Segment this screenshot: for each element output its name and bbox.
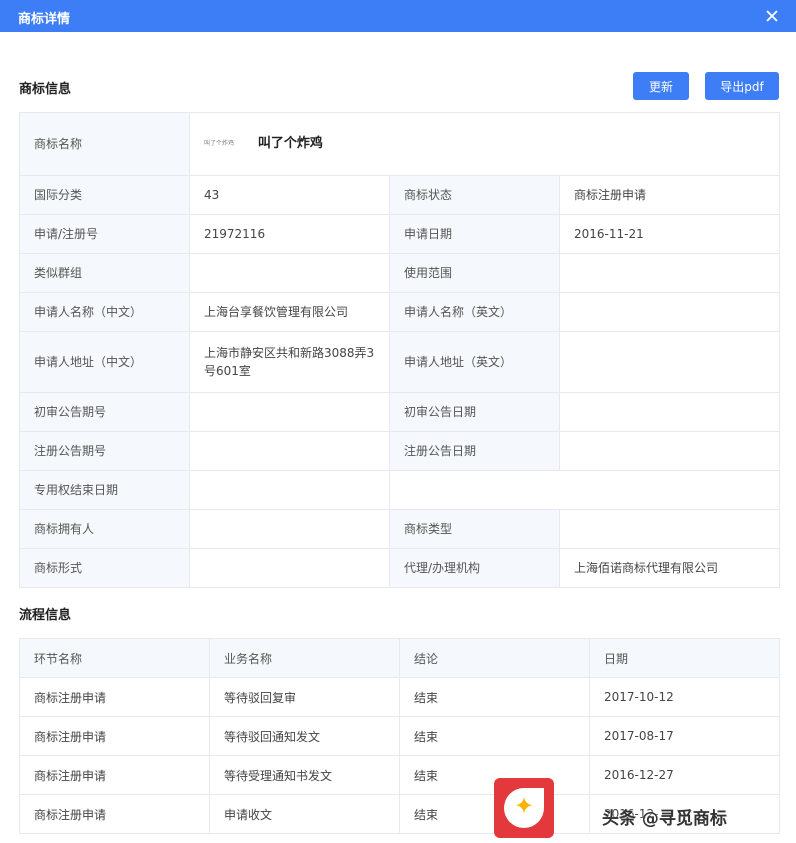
info-label: 初审公告期号: [19, 392, 190, 432]
column-header: 业务名称: [209, 638, 400, 678]
table-cell: 结束: [399, 716, 590, 756]
info-label: 商标形式: [19, 548, 190, 588]
info-label: 申请日期: [389, 214, 560, 254]
table-row: 初审公告期号 初审公告日期: [19, 392, 780, 432]
export-pdf-button[interactable]: 导出pdf: [705, 72, 779, 100]
table-row: 商标注册申请 等待驳回复审 结束 2017-10-12: [19, 677, 780, 717]
table-row: 注册公告期号 注册公告日期: [19, 431, 780, 471]
info-value: [189, 509, 390, 549]
info-label: 申请人地址（英文）: [389, 331, 560, 393]
info-value: [559, 331, 780, 393]
table-cell: 商标注册申请: [19, 677, 210, 717]
table-cell: 商标注册申请: [19, 716, 210, 756]
table-row: 申请人名称（中文） 上海台享餐饮管理有限公司 申请人名称（英文）: [19, 292, 780, 332]
info-value: 上海佰诺商标代理有限公司: [559, 548, 780, 588]
table-cell: 结束: [399, 677, 590, 717]
refresh-button[interactable]: 更新: [633, 72, 689, 100]
table-cell: 申请收文: [209, 794, 400, 834]
trademark-name: 叫了个炸鸡: [257, 136, 323, 152]
table-row: 类似群组 使用范围: [19, 253, 780, 293]
table-row: 申请/注册号 21972116 申请日期 2016-11-21: [19, 214, 780, 254]
info-value: 上海台享餐饮管理有限公司: [189, 292, 390, 332]
info-value: [559, 509, 780, 549]
info-value: [189, 431, 390, 471]
section-title-trademark-info: 商标信息: [19, 82, 72, 97]
info-value: [559, 392, 780, 432]
watermark-text: 头条 @寻觅商标: [602, 809, 727, 829]
table-row: 申请人地址（中文） 上海市静安区共和新路3088弄3号601室 申请人地址（英文…: [19, 331, 780, 393]
trademark-info-table: 商标名称 叫了个炸鸡 叫了个炸鸡 国际分类 43 商标状态 商标注册申请 申请/…: [19, 112, 780, 588]
table-cell: 等待受理通知书发文: [209, 755, 400, 795]
info-label: 申请人名称（英文）: [389, 292, 560, 332]
table-row: 商标名称 叫了个炸鸡 叫了个炸鸡: [19, 112, 780, 176]
info-value: [559, 253, 780, 293]
table-cell: 等待驳回通知发文: [209, 716, 400, 756]
dialog-title: 商标详情: [18, 12, 71, 27]
table-cell: 2017-10-12: [589, 677, 780, 717]
info-value: [189, 253, 390, 293]
info-label: 代理/办理机构: [389, 548, 560, 588]
info-value: [189, 548, 390, 588]
info-label: 类似群组: [19, 253, 190, 293]
column-header: 日期: [589, 638, 780, 678]
table-row: 商标注册申请 等待驳回通知发文 结束 2017-08-17: [19, 716, 780, 756]
table-row: 国际分类 43 商标状态 商标注册申请: [19, 175, 780, 215]
info-label: 注册公告期号: [19, 431, 190, 471]
info-value: 21972116: [189, 214, 390, 254]
info-label: 申请人名称（中文）: [19, 292, 190, 332]
info-value: 商标注册申请: [559, 175, 780, 215]
table-row: 商标拥有人 商标类型: [19, 509, 780, 549]
info-label: 初审公告日期: [389, 392, 560, 432]
toutiao-logo-icon: ✦: [494, 778, 554, 838]
table-row: 商标形式 代理/办理机构 上海佰诺商标代理有限公司: [19, 548, 780, 588]
trademark-image: 叫了个炸鸡: [204, 140, 235, 148]
table-header-row: 环节名称 业务名称 结论 日期: [19, 638, 780, 678]
dialog-titlebar: 商标详情: [0, 0, 796, 32]
info-value: [559, 431, 780, 471]
info-label: 商标拥有人: [19, 509, 190, 549]
info-label: 国际分类: [19, 175, 190, 215]
info-label: 申请人地址（中文）: [19, 331, 190, 393]
table-cell: 等待驳回复审: [209, 677, 400, 717]
info-value: 上海市静安区共和新路3088弄3号601室: [189, 331, 390, 393]
info-label: 商标名称: [19, 112, 190, 176]
table-cell: 2017-08-17: [589, 716, 780, 756]
info-value: [559, 292, 780, 332]
table-row: 专用权结束日期: [19, 470, 780, 510]
info-label: 商标类型: [389, 509, 560, 549]
info-value: 2016-11-21: [559, 214, 780, 254]
close-icon[interactable]: [765, 9, 779, 23]
table-cell: 商标注册申请: [19, 794, 210, 834]
section-title-process-info: 流程信息: [19, 608, 72, 623]
info-label: 申请/注册号: [19, 214, 190, 254]
table-cell: 商标注册申请: [19, 755, 210, 795]
info-label: 注册公告日期: [389, 431, 560, 471]
info-value: [189, 392, 390, 432]
info-value: [189, 470, 390, 510]
empty-cell: [389, 470, 780, 510]
info-label: 专用权结束日期: [19, 470, 190, 510]
watermark: ✦ 头条 @寻觅商标: [494, 778, 790, 838]
trademark-name-cell: 叫了个炸鸡 叫了个炸鸡: [189, 112, 780, 176]
column-header: 环节名称: [19, 638, 210, 678]
info-label: 商标状态: [389, 175, 560, 215]
column-header: 结论: [399, 638, 590, 678]
info-value: 43: [189, 175, 390, 215]
info-label: 使用范围: [389, 253, 560, 293]
